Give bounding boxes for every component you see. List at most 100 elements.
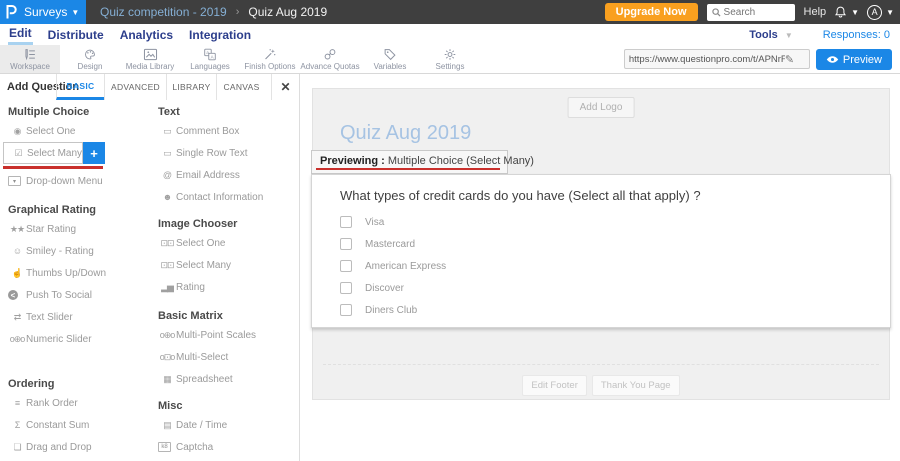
- question-type-date-time[interactable]: ▤ Date / Time: [150, 414, 300, 436]
- question-type-thumbs-up-down[interactable]: ☝ Thumbs Up/Down: [0, 262, 150, 284]
- surveys-product-menu[interactable]: Surveys ▼: [0, 0, 86, 24]
- checkbox-visa[interactable]: [340, 216, 352, 228]
- toolbar-item-settings[interactable]: Settings: [420, 45, 480, 73]
- tab-library[interactable]: LIBRARY: [166, 74, 216, 100]
- question-type-comment-box[interactable]: ▭ Comment Box: [150, 120, 300, 142]
- nav-tab-integration[interactable]: Integration: [188, 26, 252, 44]
- question-type-drag-and-drop[interactable]: ❏ Drag and Drop: [0, 436, 150, 458]
- tab-canvas[interactable]: CANVAS: [216, 74, 266, 100]
- section-multiple-choice: Multiple Choice: [8, 106, 150, 120]
- question-type-select-one[interactable]: ◉ Select One: [0, 120, 150, 142]
- question-type-captcha[interactable]: k8 Captcha: [150, 436, 300, 458]
- question-type-select-many[interactable]: ☑ Select Many +: [3, 142, 83, 164]
- toolbar-item-design[interactable]: Design: [60, 45, 120, 73]
- breadcrumb-survey-name: Quiz Aug 2019: [248, 5, 327, 19]
- question-type-multi-select[interactable]: o⊡o Multi-Select: [150, 346, 300, 368]
- search-input[interactable]: [724, 7, 790, 18]
- rank-order-icon: ≡: [8, 398, 26, 408]
- question-type-email-address[interactable]: @ Email Address: [150, 164, 300, 186]
- checkbox-american-express[interactable]: [340, 260, 352, 272]
- survey-title[interactable]: Quiz Aug 2019: [340, 122, 471, 145]
- toolbar-item-workspace[interactable]: Workspace: [0, 45, 60, 73]
- multi-select-icon: o⊡o: [158, 352, 176, 363]
- question-type-push-to-social[interactable]: < Push To Social: [0, 284, 150, 306]
- tab-basic[interactable]: BASIC: [56, 74, 104, 100]
- question-type-star-rating[interactable]: ★★ Star Rating: [0, 218, 150, 240]
- upgrade-now-button[interactable]: Upgrade Now: [605, 3, 698, 21]
- translate-icon: aA: [203, 48, 217, 61]
- responses-count[interactable]: Responses: 0: [823, 29, 890, 41]
- toolbar-item-advance-quotas[interactable]: Advance Quotas: [300, 45, 360, 73]
- option-row: Mastercard: [340, 237, 415, 251]
- section-misc: Misc: [158, 400, 300, 414]
- notifications-menu[interactable]: ▼: [834, 5, 859, 19]
- avatar: A: [867, 5, 882, 20]
- account-menu[interactable]: A ▼: [867, 5, 894, 20]
- survey-url-input[interactable]: [629, 54, 785, 65]
- toolbar-item-finish-options[interactable]: Finish Options: [240, 45, 300, 73]
- edit-url-pencil-icon[interactable]: ✎: [785, 53, 794, 66]
- eye-icon: [826, 55, 839, 64]
- option-label: Diners Club: [365, 305, 417, 316]
- option-label: American Express: [365, 261, 446, 272]
- section-ordering: Ordering: [8, 378, 150, 392]
- add-question-panel: Add Question BASIC ADVANCED LIBRARY CANV…: [0, 74, 300, 461]
- sigma-icon: Σ: [8, 420, 26, 430]
- nav-tab-analytics[interactable]: Analytics: [119, 26, 174, 44]
- checkbox-mastercard[interactable]: [340, 238, 352, 250]
- question-type-smiley-rating[interactable]: ☺ Smiley - Rating: [0, 240, 150, 262]
- drag-drop-icon: ❏: [8, 442, 26, 453]
- search-box[interactable]: [707, 4, 795, 21]
- nav-tab-edit[interactable]: Edit: [8, 24, 33, 45]
- help-link[interactable]: Help: [804, 6, 827, 18]
- option-row: American Express: [340, 259, 446, 273]
- question-type-multi-point-scales[interactable]: o⊕o Multi-Point Scales: [150, 324, 300, 346]
- question-preview-card: What types of credit cards do you have (…: [311, 174, 891, 328]
- checkbox-diners-club[interactable]: [340, 304, 352, 316]
- nav-tab-distribute[interactable]: Distribute: [47, 26, 105, 44]
- breadcrumb-folder[interactable]: Quiz competition - 2019: [100, 5, 227, 19]
- edit-footer-button[interactable]: Edit Footer: [522, 375, 586, 396]
- question-type-image-select-many[interactable]: ⊡⊡ Select Many: [150, 254, 300, 276]
- question-type-numeric-slider[interactable]: o⊕o Numeric Slider: [0, 328, 150, 350]
- add-question-header: Add Question BASIC ADVANCED LIBRARY CANV…: [0, 74, 299, 100]
- questionpro-logo-icon: [6, 5, 17, 19]
- preview-button[interactable]: Preview: [816, 49, 892, 70]
- red-underline-annotation: [316, 168, 500, 170]
- add-select-many-button[interactable]: +: [83, 142, 105, 164]
- thank-you-page-button[interactable]: Thank You Page: [592, 375, 680, 396]
- toolbar-item-languages[interactable]: aA Languages: [180, 45, 240, 73]
- question-type-image-select-one[interactable]: ⊡⊡ Select One: [150, 232, 300, 254]
- question-type-contact-information[interactable]: ☻ Contact Information: [150, 186, 300, 208]
- rating-bars-icon: ▂▅: [158, 282, 176, 293]
- palette-icon: [83, 48, 97, 61]
- question-type-dropdown-menu[interactable]: ▾ Drop-down Menu: [0, 170, 150, 192]
- toolbar-item-media-library[interactable]: Media Library: [120, 45, 180, 73]
- breadcrumb-separator: ›: [236, 6, 240, 18]
- image-select-many-icon: ⊡⊡: [158, 260, 176, 271]
- close-icon[interactable]: ✕: [271, 74, 299, 100]
- question-type-image-rating[interactable]: ▂▅ Rating: [150, 276, 300, 298]
- question-text: What types of credit cards do you have (…: [340, 188, 701, 203]
- panel-title: Add Question: [0, 74, 56, 100]
- checkbox-discover[interactable]: [340, 282, 352, 294]
- dropdown-icon: ▾: [8, 176, 21, 186]
- bell-icon: [834, 5, 847, 19]
- image-icon: [143, 48, 158, 61]
- question-type-single-row-text[interactable]: ▭ Single Row Text: [150, 142, 300, 164]
- multi-point-scales-icon: o⊕o: [158, 330, 176, 341]
- builder-toolbar: Workspace Design Media Library aA Langua…: [0, 45, 900, 74]
- section-image-chooser: Image Chooser: [158, 218, 300, 232]
- question-type-constant-sum[interactable]: Σ Constant Sum: [0, 414, 150, 436]
- tools-menu[interactable]: Tools ▼: [749, 29, 793, 41]
- question-type-rank-order[interactable]: ≡ Rank Order: [0, 392, 150, 414]
- toolbar-item-variables[interactable]: Variables: [360, 45, 420, 73]
- breadcrumb: Quiz competition - 2019 › Quiz Aug 2019: [100, 5, 327, 19]
- questionpro-survey-builder: Surveys ▼ Quiz competition - 2019 › Quiz…: [0, 0, 900, 461]
- tab-advanced[interactable]: ADVANCED: [104, 74, 166, 100]
- option-row: Diners Club: [340, 303, 417, 317]
- add-logo-button[interactable]: Add Logo: [568, 97, 635, 118]
- question-type-spreadsheet[interactable]: ▦ Spreadsheet: [150, 368, 300, 390]
- contact-person-icon: ☻: [158, 192, 176, 202]
- question-type-text-slider[interactable]: ⇄ Text Slider: [0, 306, 150, 328]
